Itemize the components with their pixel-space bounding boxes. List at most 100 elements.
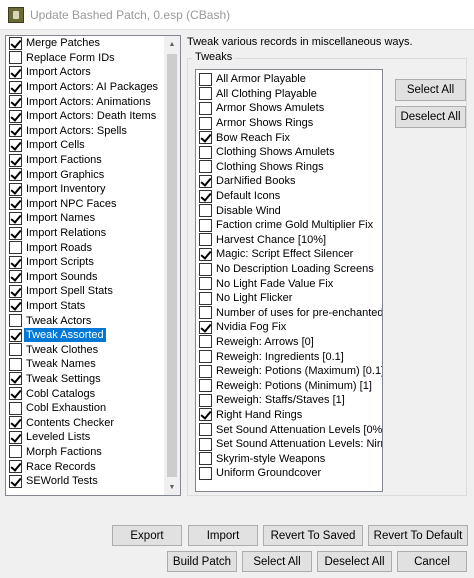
checkbox[interactable]	[9, 95, 22, 109]
patcher-item[interactable]: Import Graphics	[6, 167, 166, 182]
patcher-item[interactable]: Merge Patches	[6, 36, 166, 51]
tweak-item[interactable]: No Description Loading Screens	[196, 262, 382, 277]
patcher-item[interactable]: Tweak Clothes	[6, 342, 166, 357]
build-patch-button[interactable]: Build Patch	[167, 551, 237, 572]
scrollbar-thumb[interactable]	[167, 54, 177, 477]
import-button[interactable]: Import	[188, 525, 258, 546]
checkbox[interactable]	[199, 262, 212, 276]
select-all-button[interactable]: Select All	[242, 551, 312, 572]
scroll-up-arrow-icon[interactable]: ▲	[164, 36, 180, 52]
checkbox[interactable]	[199, 116, 212, 130]
tweak-item[interactable]: Bow Reach Fix	[196, 130, 382, 145]
tweak-item[interactable]: Clothing Shows Amulets	[196, 145, 382, 160]
checkbox[interactable]	[9, 401, 22, 415]
patcher-item[interactable]: Import Cells	[6, 138, 166, 153]
cancel-button[interactable]: Cancel	[397, 551, 467, 572]
tweak-item[interactable]: Reweigh: Staffs/Staves [1]	[196, 393, 382, 408]
patcher-item[interactable]: Import Actors: AI Packages	[6, 80, 166, 95]
checkbox[interactable]	[199, 364, 212, 378]
patcher-item[interactable]: Tweak Names	[6, 357, 166, 372]
export-button[interactable]: Export	[112, 525, 182, 546]
checkbox[interactable]	[9, 65, 22, 79]
checkbox[interactable]	[199, 87, 212, 101]
checkbox[interactable]	[9, 474, 22, 488]
checkbox[interactable]	[199, 204, 212, 218]
checkbox[interactable]	[9, 343, 22, 357]
patcher-list[interactable]: Merge Patches Replace Form IDs Import Acto…	[5, 35, 181, 496]
checkbox[interactable]	[9, 387, 22, 401]
tweak-item[interactable]: Disable Wind	[196, 203, 382, 218]
checkbox[interactable]	[9, 372, 22, 386]
patcher-item[interactable]: Leveled Lists	[6, 430, 166, 445]
patcher-item[interactable]: Import Actors: Animations	[6, 94, 166, 109]
checkbox[interactable]	[199, 306, 212, 320]
tweak-item[interactable]: Harvest Chance [10%]	[196, 233, 382, 248]
select-all-tweaks-button[interactable]: Select All	[395, 79, 466, 101]
checkbox[interactable]	[9, 211, 22, 225]
patcher-item[interactable]: Import Actors: Spells	[6, 124, 166, 139]
revert-to-default-button[interactable]: Revert To Default	[368, 525, 468, 546]
checkbox[interactable]	[199, 466, 212, 480]
checkbox[interactable]	[9, 36, 22, 50]
checkbox[interactable]	[199, 233, 212, 247]
tweak-item[interactable]: All Armor Playable	[196, 72, 382, 87]
tweak-item[interactable]: Clothing Shows Rings	[196, 160, 382, 175]
patcher-item[interactable]: Race Records	[6, 459, 166, 474]
tweak-item[interactable]: Nvidia Fog Fix	[196, 320, 382, 335]
tweak-item[interactable]: Armor Shows Rings	[196, 116, 382, 131]
checkbox[interactable]	[199, 408, 212, 422]
tweak-item[interactable]: Skyrim-style Weapons	[196, 451, 382, 466]
checkbox[interactable]	[9, 270, 22, 284]
tweak-item[interactable]: Default Icons	[196, 189, 382, 204]
checkbox[interactable]	[9, 168, 22, 182]
checkbox[interactable]	[199, 437, 212, 451]
patcher-item[interactable]: Import Spell Stats	[6, 284, 166, 299]
patcher-item[interactable]: Cobl Catalogs	[6, 386, 166, 401]
patcher-item[interactable]: Import Actors	[6, 65, 166, 80]
checkbox[interactable]	[199, 291, 212, 305]
tweak-list[interactable]: All Armor Playable All Clothing Playable A…	[195, 69, 383, 492]
checkbox[interactable]	[9, 299, 22, 313]
patcher-item[interactable]: Morph Factions	[6, 445, 166, 460]
checkbox[interactable]	[9, 241, 22, 255]
tweak-item[interactable]: Right Hand Rings	[196, 408, 382, 423]
patcher-item[interactable]: SEWorld Tests	[6, 474, 166, 489]
checkbox[interactable]	[9, 153, 22, 167]
patcher-item[interactable]: Tweak Actors	[6, 313, 166, 328]
checkbox[interactable]	[9, 460, 22, 474]
deselect-all-tweaks-button[interactable]: Deselect All	[395, 106, 466, 128]
checkbox[interactable]	[199, 335, 212, 349]
checkbox[interactable]	[9, 357, 22, 371]
patcher-item[interactable]: Import Actors: Death Items	[6, 109, 166, 124]
patcher-item[interactable]: Import Scripts	[6, 255, 166, 270]
patcher-item[interactable]: Tweak Assorted	[6, 328, 166, 343]
patcher-item[interactable]: Import Inventory	[6, 182, 166, 197]
revert-to-saved-button[interactable]: Revert To Saved	[263, 525, 363, 546]
checkbox[interactable]	[199, 218, 212, 232]
checkbox[interactable]	[199, 423, 212, 437]
patcher-item[interactable]: Cobl Exhaustion	[6, 401, 166, 416]
deselect-all-button[interactable]: Deselect All	[317, 551, 392, 572]
checkbox[interactable]	[9, 445, 22, 459]
tweak-item[interactable]: Number of uses for pre-enchanted w	[196, 306, 382, 321]
tweak-item[interactable]: Faction crime Gold Multiplier Fix	[196, 218, 382, 233]
patcher-item[interactable]: Contents Checker	[6, 415, 166, 430]
checkbox[interactable]	[9, 109, 22, 123]
patcher-item[interactable]: Import Factions	[6, 153, 166, 168]
tweak-item[interactable]: Reweigh: Potions (Minimum) [1]	[196, 378, 382, 393]
patcher-item[interactable]: Replace Form IDs	[6, 51, 166, 66]
tweak-item[interactable]: All Clothing Playable	[196, 87, 382, 102]
checkbox[interactable]	[9, 284, 22, 298]
tweak-item[interactable]: Set Sound Attenuation Levels [0%]	[196, 422, 382, 437]
tweak-item[interactable]: Magic: Script Effect Silencer	[196, 247, 382, 262]
tweak-item[interactable]: Uniform Groundcover	[196, 466, 382, 481]
checkbox[interactable]	[9, 430, 22, 444]
checkbox[interactable]	[199, 189, 212, 203]
checkbox[interactable]	[9, 226, 22, 240]
checkbox[interactable]	[199, 72, 212, 86]
checkbox[interactable]	[199, 247, 212, 261]
title-bar[interactable]: Update Bashed Patch, 0.esp (CBash)	[0, 0, 474, 30]
checkbox[interactable]	[199, 160, 212, 174]
patcher-item[interactable]: Import NPC Faces	[6, 197, 166, 212]
patcher-item[interactable]: Import Stats	[6, 299, 166, 314]
